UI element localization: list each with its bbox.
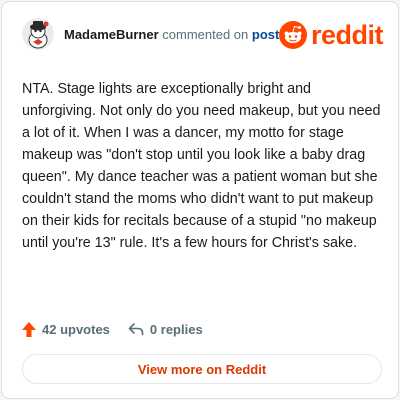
comment-body: NTA. Stage lights are exceptionally brig… — [22, 81, 381, 251]
byline-action: commented on — [162, 27, 249, 42]
comment-header: MadameBurner commented on post reddit — [2, 2, 398, 66]
comment-stats: 42 upvotes 0 replies — [22, 320, 203, 338]
reddit-wordmark: reddit — [311, 20, 384, 50]
user-avatar[interactable] — [22, 18, 54, 50]
replies-count: 0 replies — [149, 321, 203, 337]
upvote-arrow-icon — [22, 321, 36, 337]
reddit-snoo-icon — [279, 21, 307, 49]
comment-byline: MadameBurner commented on post — [64, 27, 279, 43]
comment-embed-card: MadameBurner commented on post reddit NT… — [1, 1, 399, 399]
username-link[interactable]: MadameBurner — [64, 27, 159, 42]
view-more-button[interactable]: View more on Reddit — [22, 354, 382, 384]
upvotes-count: 42 upvotes — [42, 321, 110, 337]
reddit-logo[interactable]: reddit — [279, 20, 384, 50]
upvotes-stat[interactable]: 42 upvotes — [22, 321, 110, 337]
replies-stat[interactable]: 0 replies — [128, 322, 203, 337]
reply-arrow-icon — [128, 323, 144, 336]
post-link[interactable]: post — [252, 27, 279, 42]
